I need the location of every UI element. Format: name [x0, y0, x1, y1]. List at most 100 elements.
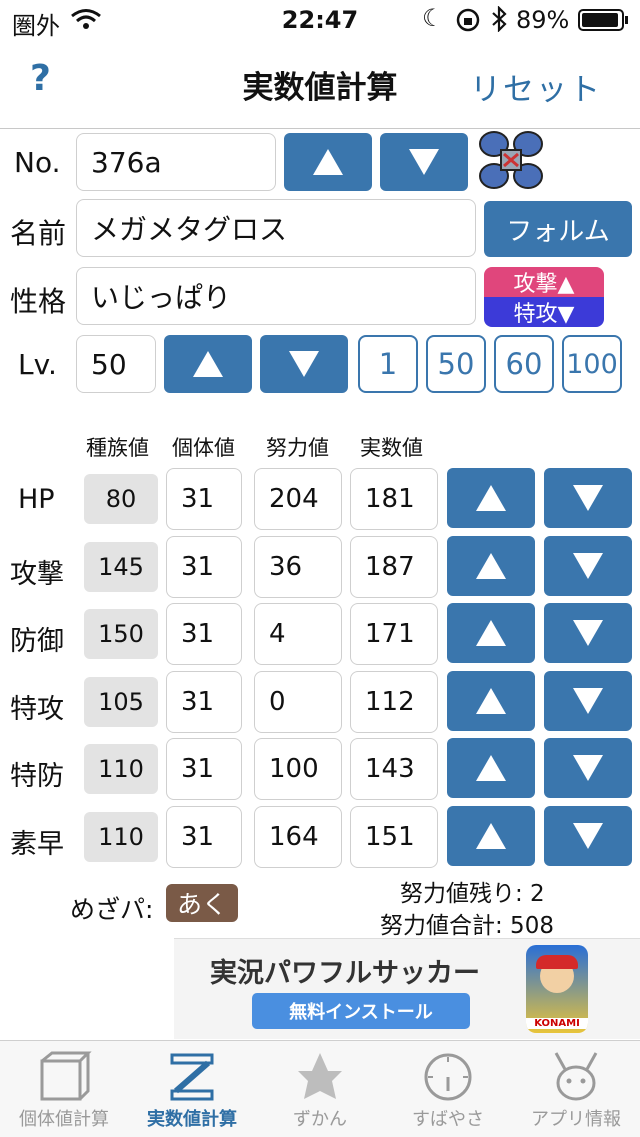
reset-button[interactable]: リセット: [470, 64, 602, 109]
stat-name: 特防: [10, 761, 64, 792]
iv-input[interactable]: 31: [166, 671, 242, 733]
tab-label: 個体値計算: [19, 1109, 109, 1130]
tab-speed[interactable]: すばやさ: [384, 1041, 512, 1137]
triangle-up-icon: [476, 620, 506, 646]
base-stat: 110: [84, 812, 158, 862]
triangle-down-icon: [409, 149, 439, 175]
stat-down-button[interactable]: [544, 671, 632, 731]
stat-up-button[interactable]: [447, 671, 535, 731]
header-base: 種族値: [86, 436, 149, 460]
base-stat: 110: [84, 744, 158, 794]
level-input[interactable]: 50: [76, 335, 156, 393]
tab-label: アプリ情報: [531, 1109, 621, 1130]
stat-name: 防御: [10, 626, 64, 657]
triangle-down-icon: [573, 823, 603, 849]
triangle-up-icon: [476, 688, 506, 714]
moon-icon: ☾: [422, 4, 444, 32]
level-preset-1[interactable]: 1: [358, 335, 418, 393]
nature-label: 性格: [10, 285, 67, 318]
ev-input[interactable]: 36: [254, 536, 342, 598]
pokemon-sprite-icon: [479, 131, 543, 189]
stat-down-button[interactable]: [544, 738, 632, 798]
forme-button[interactable]: フォルム: [484, 201, 632, 257]
speedometer-icon: [424, 1053, 472, 1101]
navigation-bar: ? 実数値計算 リセット: [0, 40, 640, 129]
battery-icon: [578, 9, 628, 31]
triangle-down-icon: [573, 688, 603, 714]
stat-name: HP: [18, 484, 55, 515]
ad-banner[interactable]: 実況パワフルサッカー 無料インストール KONAMI: [174, 938, 640, 1039]
triangle-down-icon: [573, 620, 603, 646]
iv-input[interactable]: 31: [166, 806, 242, 868]
triangle-down-icon: [573, 553, 603, 579]
tab-label: ずかん: [293, 1109, 347, 1130]
no-up-button[interactable]: [284, 133, 372, 191]
bluetooth-icon: [492, 6, 507, 32]
tab-bar: 個体値計算 実数値計算 ずかん すばやさ アプリ情報: [0, 1040, 640, 1137]
ev-total: 努力値合計: 508: [380, 913, 554, 939]
iv-input[interactable]: 31: [166, 603, 242, 665]
no-input[interactable]: 376a: [76, 133, 276, 191]
base-stat: 80: [84, 474, 158, 524]
nature-input[interactable]: いじっぱり: [76, 267, 476, 325]
iv-input[interactable]: 31: [166, 468, 242, 530]
nature-down-badge: 特攻▼: [484, 297, 604, 327]
pikachu-icon: [554, 1052, 598, 1101]
tab-actual-calc[interactable]: 実数値計算: [128, 1041, 256, 1137]
ad-brand: KONAMI: [526, 1018, 588, 1029]
triangle-down-icon: [573, 755, 603, 781]
hidden-power-type-badge: あく: [166, 884, 238, 922]
tab-app-info[interactable]: アプリ情報: [512, 1041, 640, 1137]
actual-input[interactable]: 151: [350, 806, 438, 868]
ad-install-button[interactable]: 無料インストール: [252, 993, 470, 1029]
stat-up-button[interactable]: [447, 806, 535, 866]
stat-up-button[interactable]: [447, 738, 535, 798]
stat-up-button[interactable]: [447, 468, 535, 528]
ruler-z-icon: [170, 1053, 214, 1101]
ev-input[interactable]: 164: [254, 806, 342, 868]
iv-input[interactable]: 31: [166, 536, 242, 598]
status-bar: 圏外 22:47 ☾ 89%: [0, 0, 640, 40]
header-actual: 実数値: [360, 436, 423, 460]
triangle-down-icon: [573, 485, 603, 511]
pokemon-silhouette-icon: [298, 1053, 342, 1099]
ev-remaining: 努力値残り: 2: [400, 881, 545, 907]
stat-down-button[interactable]: [544, 603, 632, 663]
stat-down-button[interactable]: [544, 806, 632, 866]
level-down-button[interactable]: [260, 335, 348, 393]
name-input[interactable]: メガメタグロス: [76, 199, 476, 257]
ev-input[interactable]: 4: [254, 603, 342, 665]
hidden-power-label: めざパ:: [70, 895, 154, 924]
tab-label: 実数値計算: [147, 1109, 237, 1130]
no-down-button[interactable]: [380, 133, 468, 191]
triangle-up-icon: [313, 149, 343, 175]
actual-input[interactable]: 181: [350, 468, 438, 530]
stat-up-button[interactable]: [447, 603, 535, 663]
stat-name: 特攻: [10, 694, 64, 725]
stat-down-button[interactable]: [544, 468, 632, 528]
tab-pokedex[interactable]: ずかん: [256, 1041, 384, 1137]
actual-input[interactable]: 112: [350, 671, 438, 733]
actual-input[interactable]: 143: [350, 738, 438, 800]
actual-input[interactable]: 171: [350, 603, 438, 665]
tab-iv-calc[interactable]: 個体値計算: [0, 1041, 128, 1137]
header-ev: 努力値: [266, 436, 329, 460]
battery-percent: 89%: [516, 6, 570, 34]
header-iv: 個体値: [172, 436, 235, 460]
ev-input[interactable]: 204: [254, 468, 342, 530]
level-up-button[interactable]: [164, 335, 252, 393]
level-preset-100[interactable]: 100: [562, 335, 622, 393]
level-preset-50[interactable]: 50: [426, 335, 486, 393]
ev-input[interactable]: 100: [254, 738, 342, 800]
stat-down-button[interactable]: [544, 536, 632, 596]
iv-input[interactable]: 31: [166, 738, 242, 800]
triangle-up-icon: [193, 351, 223, 377]
tab-label: すばやさ: [412, 1109, 484, 1130]
level-preset-60[interactable]: 60: [494, 335, 554, 393]
nature-up-badge: 攻撃▲: [484, 267, 604, 297]
stat-name: 攻撃: [10, 559, 64, 590]
base-stat: 145: [84, 542, 158, 592]
ev-input[interactable]: 0: [254, 671, 342, 733]
actual-input[interactable]: 187: [350, 536, 438, 598]
stat-up-button[interactable]: [447, 536, 535, 596]
